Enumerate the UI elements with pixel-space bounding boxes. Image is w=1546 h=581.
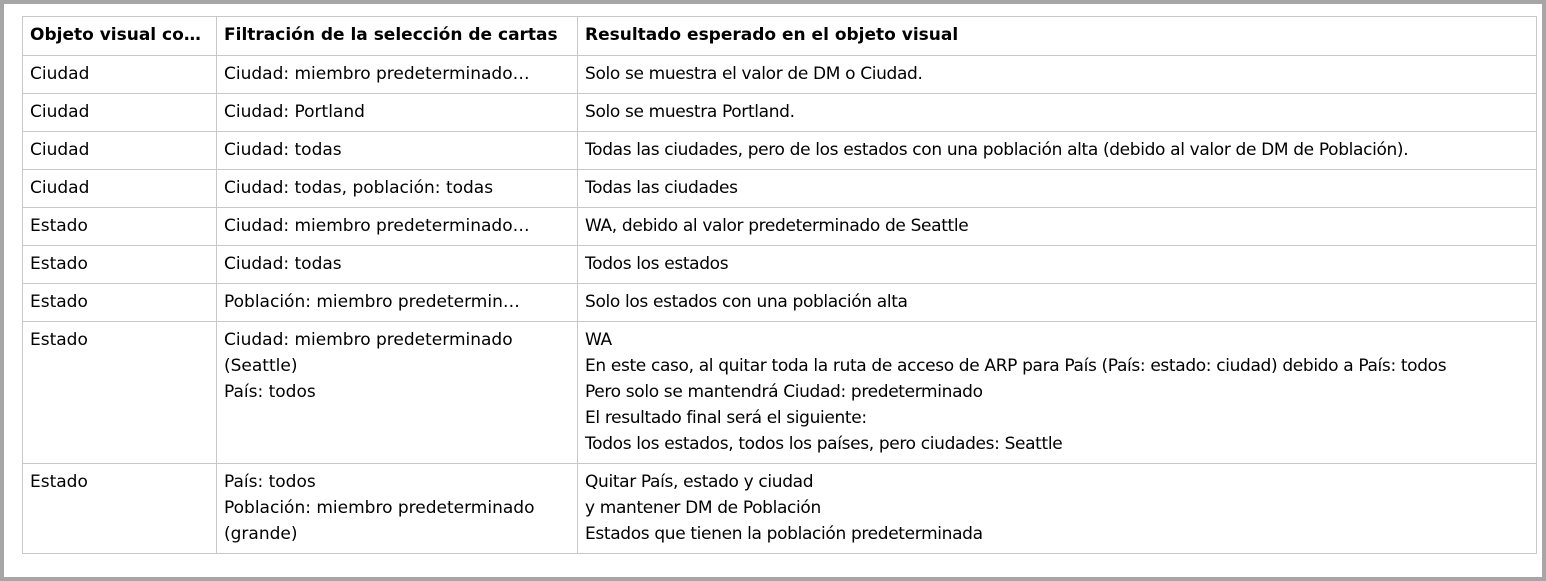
cell-card-selection-filter: Ciudad: miembro predeterminado… <box>216 55 578 94</box>
header-expected-result: Resultado esperado en el objeto visual <box>577 16 1537 56</box>
cell-expected-result: Todos los estados <box>577 245 1537 284</box>
cell-card-selection-filter: Ciudad: Portland <box>216 93 578 132</box>
cell-visual-object: Ciudad <box>22 131 217 170</box>
cell-visual-object: Estado <box>22 207 217 246</box>
cell-visual-object: Ciudad <box>22 93 217 132</box>
cell-card-selection-filter: Ciudad: todas <box>216 131 578 170</box>
cell-expected-result: Solo se muestra el valor de DM o Ciudad. <box>577 55 1537 94</box>
cell-line: WA <box>585 330 612 350</box>
table-row: Estado Ciudad: todas Todos los estados <box>22 245 1537 284</box>
cell-line: Estados que tienen la población predeter… <box>585 524 983 544</box>
table-header-row: Objeto visual con… Filtración de la sele… <box>22 16 1537 56</box>
table-row: Estado Ciudad: miembro predeterminado… W… <box>22 207 1537 246</box>
cell-card-selection-filter: Ciudad: todas <box>216 245 578 284</box>
cell-expected-result: Todas las ciudades <box>577 169 1537 208</box>
cell-expected-result: Solo los estados con una población alta <box>577 283 1537 322</box>
cell-card-selection-filter: Ciudad: miembro predeterminado… <box>216 207 578 246</box>
cell-visual-object: Estado <box>22 321 217 464</box>
cell-line: y mantener DM de Población <box>585 498 821 518</box>
cell-expected-result: Solo se muestra Portland. <box>577 93 1537 132</box>
cell-visual-object: Estado <box>22 283 217 322</box>
table-row: Ciudad Ciudad: todas, población: todas T… <box>22 169 1537 208</box>
cell-card-selection-filter: Ciudad: miembro predeterminado (Seattle)… <box>216 321 578 464</box>
cell-line: Todos los estados, todos los países, per… <box>585 434 1063 454</box>
cell-visual-object: Estado <box>22 245 217 284</box>
cell-line: Población: miembro predeterminado <box>224 498 535 518</box>
table-row: Estado Ciudad: miembro predeterminado (S… <box>22 321 1537 464</box>
table-row: Ciudad Ciudad: miembro predeterminado… S… <box>22 55 1537 94</box>
cell-line: (grande) <box>224 524 298 544</box>
cell-card-selection-filter: Población: miembro predetermin… <box>216 283 578 322</box>
cell-card-selection-filter: Ciudad: todas, población: todas <box>216 169 578 208</box>
cell-line: País: todos <box>224 472 316 492</box>
cell-visual-object: Estado <box>22 463 217 554</box>
cell-expected-result: WA En este caso, al quitar toda la ruta … <box>577 321 1537 464</box>
table-row: Estado País: todos Población: miembro pr… <box>22 463 1537 554</box>
table-row: Ciudad Ciudad: todas Todas las ciudades,… <box>22 131 1537 170</box>
cell-line: En este caso, al quitar toda la ruta de … <box>585 356 1447 376</box>
cell-visual-object: Ciudad <box>22 169 217 208</box>
cell-expected-result: WA, debido al valor predeterminado de Se… <box>577 207 1537 246</box>
cell-line: País: todos <box>224 382 316 402</box>
cell-line: Ciudad: miembro predeterminado <box>224 330 513 350</box>
cell-line: El resultado final será el siguiente: <box>585 408 867 428</box>
cell-expected-result: Quitar País, estado y ciudad y mantener … <box>577 463 1537 554</box>
cell-line: Pero solo se mantendrá Ciudad: predeterm… <box>585 382 983 402</box>
header-visual-object: Objeto visual con… <box>22 16 217 56</box>
table-row: Ciudad Ciudad: Portland Solo se muestra … <box>22 93 1537 132</box>
table-row: Estado Población: miembro predetermin… S… <box>22 283 1537 322</box>
cell-card-selection-filter: País: todos Población: miembro predeterm… <box>216 463 578 554</box>
header-card-selection-filter: Filtración de la selección de cartas <box>216 16 578 56</box>
cell-expected-result: Todas las ciudades, pero de los estados … <box>577 131 1537 170</box>
cell-line: Quitar País, estado y ciudad <box>585 472 814 492</box>
cell-visual-object: Ciudad <box>22 55 217 94</box>
document-frame: Objeto visual con… Filtración de la sele… <box>0 0 1546 581</box>
filter-behavior-table: Objeto visual con… Filtración de la sele… <box>22 16 1537 554</box>
cell-line: (Seattle) <box>224 356 298 376</box>
